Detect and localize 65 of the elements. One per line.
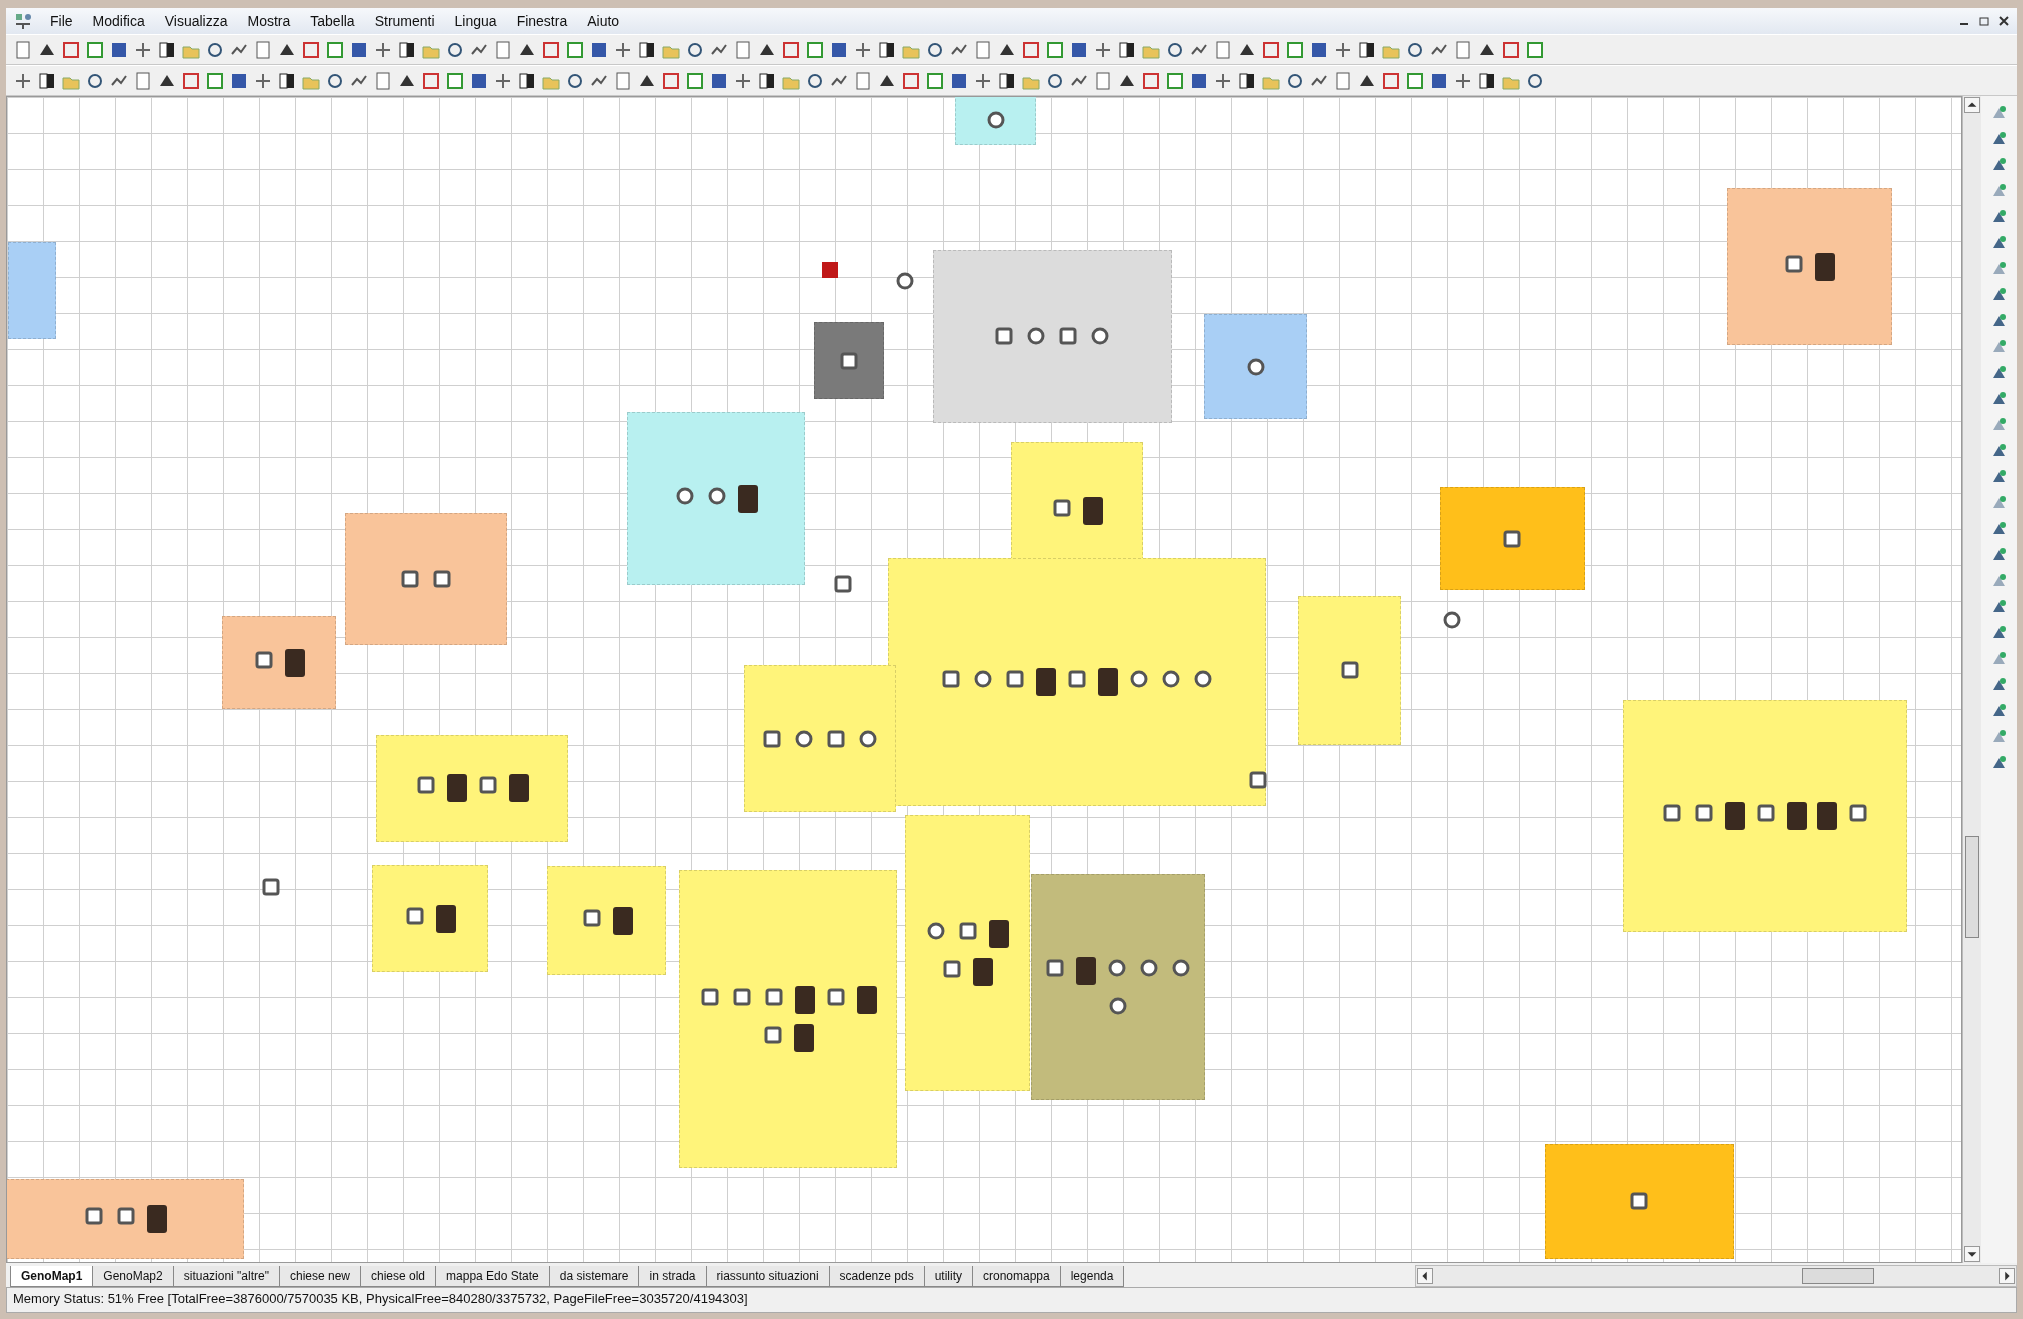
male-symbol-icon bbox=[699, 986, 721, 1009]
photo-placeholder bbox=[508, 774, 529, 803]
photo-placeholder bbox=[1076, 957, 1097, 986]
scroll-right-icon[interactable] bbox=[1999, 1268, 2015, 1284]
male-symbol-icon bbox=[1847, 802, 1870, 825]
male-symbol-icon bbox=[1661, 802, 1684, 825]
photo-placeholder bbox=[146, 1204, 167, 1233]
sheet-tab[interactable]: scadenze pds bbox=[828, 1266, 925, 1287]
photo-placeholder bbox=[1787, 802, 1808, 831]
menu-item[interactable]: Tabella bbox=[302, 11, 363, 31]
photo-placeholder bbox=[1082, 497, 1103, 526]
menu-item[interactable]: Modifica bbox=[84, 11, 153, 31]
male-symbol-icon bbox=[993, 325, 1016, 348]
male-symbol-icon bbox=[825, 986, 847, 1009]
photo-placeholder bbox=[612, 906, 633, 935]
app-icon bbox=[14, 12, 32, 30]
menu-item[interactable]: Finestra bbox=[508, 11, 576, 31]
photo-placeholder bbox=[1815, 252, 1836, 281]
scroll-thumb[interactable] bbox=[1802, 1268, 1874, 1284]
photo-placeholder bbox=[857, 986, 877, 1015]
sheet-tab[interactable]: riassunto situazioni bbox=[705, 1266, 830, 1287]
photo-placeholder bbox=[1725, 802, 1746, 831]
male-symbol-icon bbox=[763, 986, 785, 1009]
sheet-tab[interactable]: situazioni "altre" bbox=[172, 1266, 280, 1287]
status-bar: Memory Status: 51% Free [TotalFree=3876000/7570035 KB, PhysicalFree=840280/3375732, PageFileFree=3035720/4194303] bbox=[6, 1287, 2017, 1313]
photo-placeholder bbox=[1817, 802, 1838, 831]
male-symbol-icon bbox=[762, 1024, 784, 1047]
menu-item[interactable]: File bbox=[42, 11, 81, 31]
photo-placeholder bbox=[794, 1024, 814, 1053]
male-symbol-icon bbox=[1628, 1190, 1651, 1213]
male-symbol-icon bbox=[1247, 769, 1270, 791]
menu-item[interactable]: Lingua bbox=[446, 11, 505, 31]
menu-item[interactable]: Visualizza bbox=[156, 11, 236, 31]
photo-placeholder bbox=[285, 648, 306, 677]
scroll-thumb[interactable] bbox=[1965, 836, 1979, 938]
sheet-tab[interactable]: in strada bbox=[638, 1266, 707, 1287]
menu-item[interactable]: Strumenti bbox=[366, 11, 443, 31]
photo-placeholder bbox=[1036, 667, 1056, 696]
photo-placeholder bbox=[436, 904, 457, 933]
photo-placeholder bbox=[989, 919, 1010, 948]
menu-item[interactable]: Mostra bbox=[239, 11, 299, 31]
sheet-tab[interactable]: utility bbox=[923, 1266, 973, 1287]
male-symbol-icon bbox=[1057, 325, 1080, 348]
male-symbol-icon bbox=[1693, 802, 1716, 825]
male-symbol-icon bbox=[260, 876, 283, 899]
sheet-tab[interactable]: mappa Edo State bbox=[435, 1266, 550, 1287]
sheet-tab[interactable]: GenoMap2 bbox=[92, 1266, 174, 1287]
photo-placeholder bbox=[973, 957, 994, 986]
male-symbol-icon bbox=[1755, 802, 1778, 825]
sheet-tab[interactable]: GenoMap1 bbox=[10, 1266, 94, 1287]
scroll-left-icon[interactable] bbox=[1417, 1268, 1433, 1284]
male-symbol-icon bbox=[731, 986, 753, 1009]
sheet-tab[interactable]: da sistemare bbox=[548, 1266, 640, 1287]
photo-placeholder bbox=[446, 774, 467, 803]
photo-placeholder bbox=[1098, 667, 1118, 696]
sheet-tab[interactable]: legenda bbox=[1059, 1266, 1125, 1287]
sheet-tab[interactable]: cronomappa bbox=[972, 1266, 1061, 1287]
sheet-tab[interactable]: chiese old bbox=[360, 1266, 437, 1287]
scroll-up-icon[interactable] bbox=[1964, 97, 1980, 113]
photo-placeholder bbox=[738, 484, 759, 513]
male-symbol-icon bbox=[1044, 957, 1067, 980]
sheet-tab[interactable]: chiese new bbox=[278, 1266, 361, 1287]
scroll-down-icon[interactable] bbox=[1964, 1246, 1980, 1262]
menu-item[interactable]: Aiuto bbox=[579, 11, 628, 31]
photo-placeholder bbox=[795, 986, 815, 1015]
